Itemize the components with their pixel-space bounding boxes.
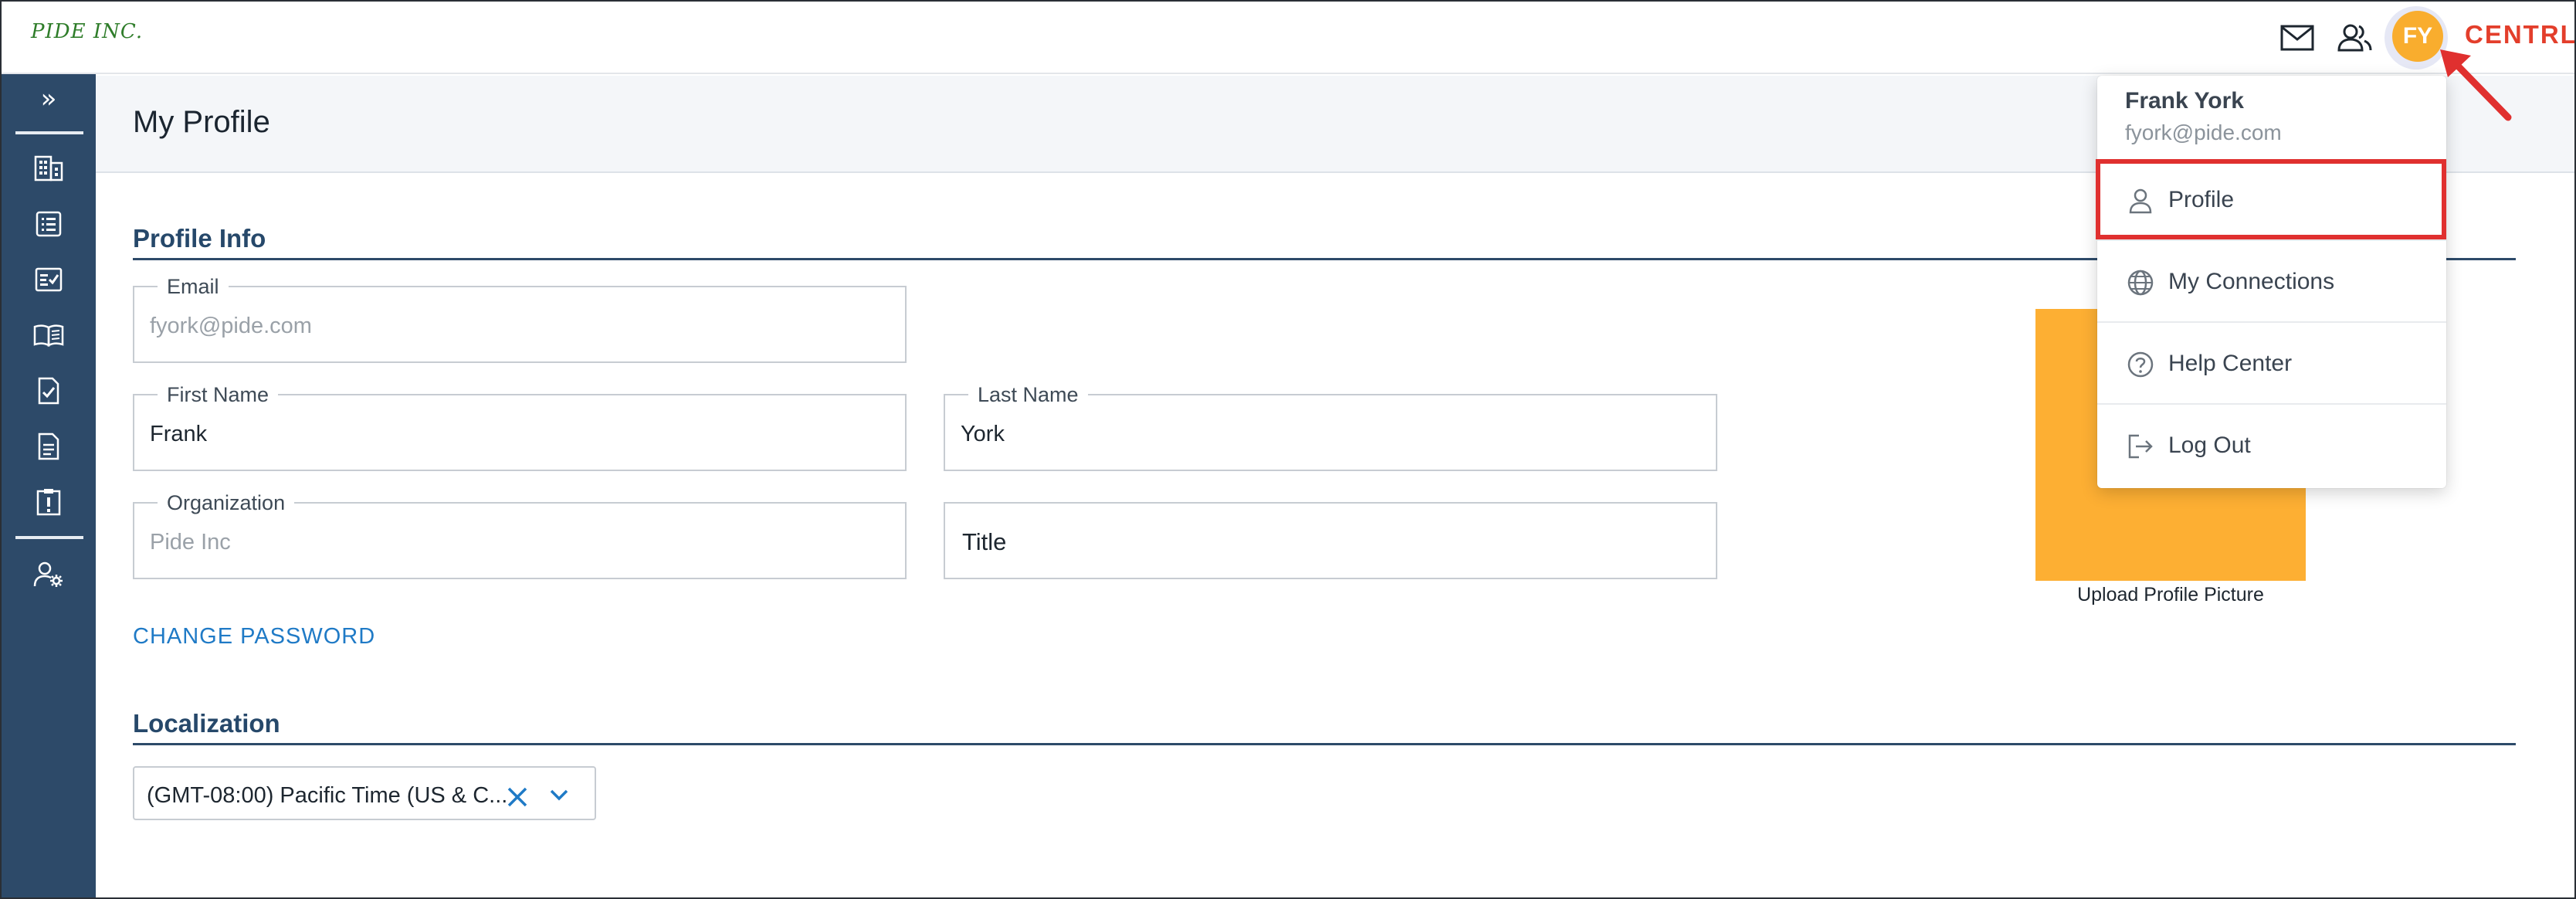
sidebar: »	[2, 74, 96, 897]
organization-label: Organization	[158, 491, 295, 515]
sidebar-item-list[interactable]	[2, 199, 96, 249]
book-icon	[33, 324, 64, 347]
user-menu: Frank York fyork@pide.com Profile My Con…	[2097, 76, 2446, 488]
profile-highlight-annotation	[2096, 159, 2446, 239]
organization-field[interactable]: Organization Pide Inc	[133, 491, 907, 579]
menu-item-label: Log Out	[2168, 433, 2251, 458]
page-title: My Profile	[133, 105, 270, 139]
sidebar-item-documents[interactable]	[2, 422, 96, 471]
list-icon	[36, 211, 62, 237]
menu-user-email: fyork@pide.com	[2125, 120, 2282, 144]
menu-item-label: My Connections	[2168, 269, 2335, 294]
annotation-arrow-icon	[2440, 49, 2512, 121]
title-field[interactable]: Title	[944, 502, 1717, 579]
sidebar-item-issues[interactable]	[2, 477, 96, 527]
user-settings-icon	[33, 561, 63, 587]
sidebar-item-organizations[interactable]	[2, 144, 96, 193]
sidebar-item-user-settings[interactable]	[2, 550, 96, 599]
clear-icon[interactable]	[502, 782, 533, 812]
timezone-select[interactable]: (GMT-08:00) Pacific Time (US & C...	[133, 766, 596, 820]
connections-icon[interactable]	[2335, 19, 2374, 57]
sidebar-divider	[15, 536, 83, 539]
building-icon	[34, 155, 63, 181]
top-bar: PIDE INC. FY CENTRL	[2, 2, 2574, 74]
upload-profile-picture-caption: Upload Profile Picture	[2077, 584, 2264, 606]
mail-icon[interactable]	[2278, 19, 2317, 57]
help-circle-icon	[2127, 351, 2154, 378]
timezone-value: (GMT-08:00) Pacific Time (US & C...	[147, 783, 508, 808]
first-name-field[interactable]: First Name Frank	[133, 383, 907, 471]
last-name-label: Last Name	[968, 383, 1088, 407]
first-name-label: First Name	[158, 383, 279, 407]
title-placeholder: Title	[962, 528, 1007, 555]
menu-item-label: Help Center	[2168, 351, 2293, 376]
email-label: Email	[158, 275, 229, 299]
menu-item-help-center[interactable]: Help Center	[2097, 323, 2446, 403]
sidebar-divider	[15, 131, 83, 134]
menu-user-name: Frank York	[2125, 88, 2244, 114]
logout-icon	[2127, 433, 2154, 460]
email-field[interactable]: Email fyork@pide.com	[133, 275, 907, 363]
change-password-link[interactable]: CHANGE PASSWORD	[133, 624, 375, 650]
file-check-icon	[38, 377, 59, 405]
section-divider	[133, 743, 2516, 745]
sidebar-item-approvals[interactable]	[2, 366, 96, 416]
chevron-down-icon[interactable]	[544, 782, 575, 808]
first-name-value: Frank	[150, 422, 208, 446]
company-logo: PIDE INC.	[31, 20, 144, 43]
chevrons-right-icon: »	[40, 83, 57, 114]
sidebar-expand-button[interactable]: »	[2, 74, 96, 124]
sidebar-item-checklist[interactable]	[2, 255, 96, 304]
menu-item-my-connections[interactable]: My Connections	[2097, 241, 2446, 321]
organization-value: Pide Inc	[150, 530, 231, 555]
app-window: PIDE INC. FY CENTRL » My Profile Profile…	[0, 0, 2576, 899]
document-icon	[38, 433, 59, 460]
last-name-value: York	[961, 422, 1005, 446]
globe-icon	[2127, 269, 2154, 297]
email-value: fyork@pide.com	[150, 314, 312, 338]
clipboard-alert-icon	[36, 489, 61, 516]
localization-heading: Localization	[133, 709, 280, 738]
menu-item-log-out[interactable]: Log Out	[2097, 405, 2446, 485]
checklist-icon	[35, 267, 63, 292]
profile-info-heading: Profile Info	[133, 224, 266, 253]
sidebar-item-library[interactable]	[2, 310, 96, 360]
last-name-field[interactable]: Last Name York	[944, 383, 1717, 471]
